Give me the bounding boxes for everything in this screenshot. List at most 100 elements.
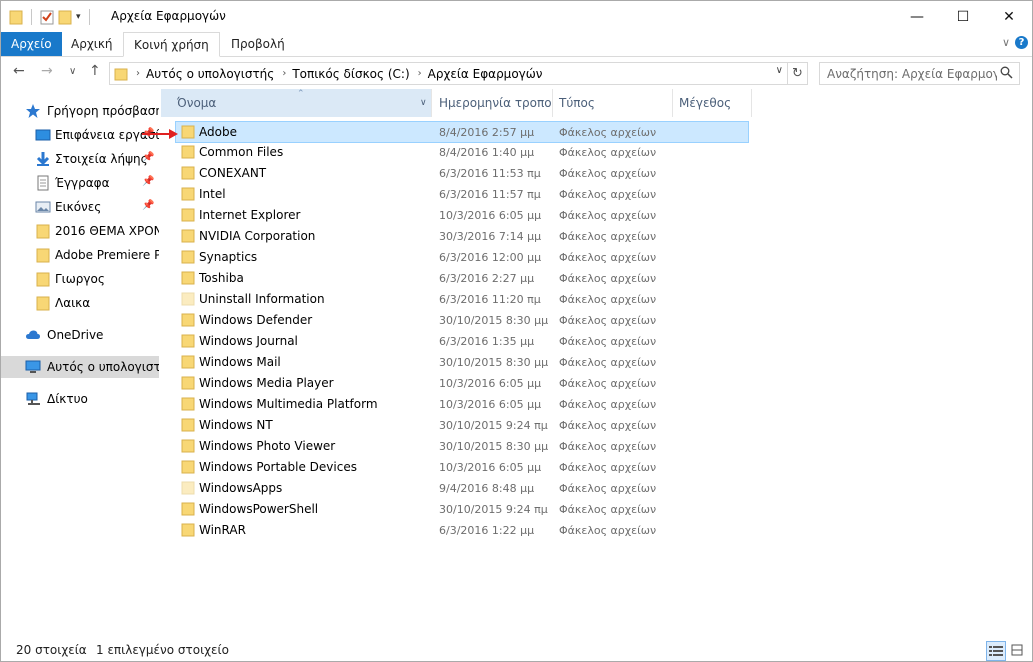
file-name: Synaptics (199, 250, 258, 264)
file-row[interactable]: CONEXANT 6/3/2016 11:53 πμ Φάκελος αρχείων (176, 163, 748, 184)
file-row[interactable]: Windows Portable Devices 10/3/2016 6:05 μ… (176, 457, 748, 478)
file-row[interactable]: Synaptics 6/3/2016 12:00 μμ Φάκελος αρχείω… (176, 247, 748, 268)
pin-icon[interactable]: 📌 (142, 200, 154, 211)
file-type: Φάκελος αρχείων (559, 503, 657, 516)
folder-icon (181, 292, 195, 306)
desktop-icon (35, 129, 51, 141)
pin-icon[interactable]: 📌 (142, 152, 154, 163)
network-icon (26, 392, 40, 405)
up-icon[interactable]: ↑ (89, 63, 101, 79)
file-name: Windows Media Player (199, 376, 334, 390)
file-row[interactable]: Common Files 8/4/2016 1:40 μμ Φάκελος αρχε… (176, 142, 748, 163)
sidebar-item-network[interactable]: Δίκτυο (1, 388, 159, 410)
expand-ribbon-icon[interactable]: ∨ (1002, 36, 1010, 49)
column-header-label: Ημερομηνία τροποποίησης (439, 96, 551, 110)
search-box[interactable]: Αναζήτηση: Αρχεία Εφαρμογών (819, 62, 1020, 85)
forward-icon[interactable]: → (41, 63, 53, 79)
file-row[interactable]: Uninstall Information 6/3/2016 11:20 πμ Φά… (176, 289, 748, 310)
search-input[interactable]: Αναζήτηση: Αρχεία Εφαρμογών (827, 67, 997, 81)
file-row[interactable]: Windows Defender 30/10/2015 8:30 μμ Φάκελο… (176, 310, 748, 331)
file-row[interactable]: Windows Photo Viewer 30/10/2015 8:30 μμ Φά… (176, 436, 748, 457)
tab-file[interactable]: Αρχείο (1, 32, 62, 56)
sidebar-item-onedrive[interactable]: OneDrive (1, 324, 159, 346)
sidebar-item-documents[interactable]: Έγγραφα 📌 (1, 172, 159, 194)
refresh-button[interactable]: ↻ (788, 62, 808, 85)
file-row[interactable]: Windows Multimedia Platform 10/3/2016 6:0… (176, 394, 748, 415)
breadcrumb-local-disk[interactable]: Τοπικός δίσκος (C:) (292, 67, 409, 81)
navigation-bar: ← → ∨ ↑ › Αυτός ο υπολογιστής › Τοπικός … (1, 57, 1032, 89)
column-header-name[interactable]: Όνομα ⌃ ∨ (161, 89, 431, 117)
file-date: 30/10/2015 9:24 πμ (439, 503, 548, 516)
folder-icon (181, 439, 195, 453)
folder-icon (181, 271, 195, 285)
sidebar-item-folder[interactable]: 2016 ΘΕΜΑ ΧΡΟΝΟΥ (1, 220, 159, 242)
column-dropdown-icon[interactable]: ∨ (420, 98, 427, 108)
sidebar-item-this-pc[interactable]: Αυτός ο υπολογιστής (1, 356, 159, 378)
file-row[interactable]: Windows Mail 30/10/2015 8:30 μμ Φάκελος αρ… (176, 352, 748, 373)
large-icons-view-button[interactable] (1008, 641, 1026, 659)
file-name: Windows Journal (199, 334, 298, 348)
file-row[interactable]: WindowsPowerShell 30/10/2015 9:24 πμ Φάκελ… (176, 499, 748, 520)
column-header-label: Μέγεθος (679, 96, 732, 110)
sidebar-item-pictures[interactable]: Εικόνες 📌 (1, 196, 159, 218)
recent-locations-icon[interactable]: ∨ (69, 66, 76, 77)
tab-share[interactable]: Κοινή χρήση (123, 32, 220, 57)
column-header-size[interactable]: Μέγεθος (673, 89, 751, 117)
column-divider[interactable] (751, 89, 752, 117)
folder-icon (181, 208, 195, 222)
sidebar-item-folder[interactable]: Adobe Premiere Pro (1, 244, 159, 266)
column-header-type[interactable]: Τύπος (553, 89, 671, 117)
breadcrumb-separator-icon[interactable]: › (418, 68, 422, 79)
file-row[interactable]: Windows Media Player 10/3/2016 6:05 μμ Φάκ… (176, 373, 748, 394)
file-type: Φάκελος αρχείων (559, 377, 657, 390)
file-row[interactable]: NVIDIA Corporation 30/3/2016 7:14 μμ Φάκελ… (176, 226, 748, 247)
file-row[interactable]: Windows Journal 6/3/2016 1:35 μμ Φάκελος α… (176, 331, 748, 352)
help-icon[interactable]: ? (1015, 36, 1028, 49)
minimize-button[interactable]: — (894, 1, 940, 32)
file-row[interactable]: WinRAR 6/3/2016 1:22 μμ Φάκελος αρχείων (176, 520, 748, 541)
breadcrumb-program-files[interactable]: Αρχεία Εφαρμογών (428, 67, 543, 81)
sidebar-item-label: Λαικα (55, 296, 91, 310)
file-row[interactable]: Adobe 8/4/2016 2:57 μμ Φάκελος αρχείων (175, 121, 749, 143)
close-button[interactable]: ✕ (986, 1, 1032, 32)
sidebar-item-label: Adobe Premiere Pro (55, 248, 159, 262)
file-row[interactable]: Internet Explorer 10/3/2016 6:05 μμ Φάκελο… (176, 205, 748, 226)
details-view-button[interactable] (986, 641, 1006, 661)
file-row[interactable]: Toshiba 6/3/2016 2:27 μμ Φάκελος αρχείων (176, 268, 748, 289)
sidebar-item-quick-access[interactable]: Γρήγορη πρόσβαση (1, 100, 159, 122)
properties-icon[interactable] (40, 9, 54, 25)
file-row[interactable]: Windows NT 30/10/2015 9:24 πμ Φάκελος αρχε… (176, 415, 748, 436)
sidebar-item-downloads[interactable]: Στοιχεία λήψης 📌 (1, 148, 159, 170)
sidebar-item-label: 2016 ΘΕΜΑ ΧΡΟΝΟΥ (55, 224, 159, 238)
sidebar-item-folder[interactable]: Γιωργος (1, 268, 159, 290)
pin-icon[interactable]: 📌 (142, 176, 154, 187)
file-date: 8/4/2016 2:57 μμ (439, 126, 535, 139)
breadcrumb-this-pc[interactable]: Αυτός ο υπολογιστής (146, 67, 274, 81)
folder-icon (36, 296, 50, 311)
sidebar-item-desktop[interactable]: Επιφάνεια εργασίας 📌 (1, 124, 159, 146)
computer-icon (25, 360, 41, 373)
folder-icon[interactable] (9, 9, 23, 25)
file-row[interactable]: Intel 6/3/2016 11:57 πμ Φάκελος αρχείων (176, 184, 748, 205)
new-folder-icon[interactable] (58, 9, 72, 25)
folder-icon (181, 355, 195, 369)
file-type: Φάκελος αρχείων (559, 524, 657, 537)
maximize-button[interactable]: ☐ (940, 1, 986, 32)
breadcrumb-separator-icon[interactable]: › (282, 68, 286, 79)
back-icon[interactable]: ← (13, 63, 25, 79)
file-date: 6/3/2016 11:20 πμ (439, 293, 541, 306)
customize-qat-icon[interactable]: ▾ (76, 12, 81, 22)
tab-view[interactable]: Προβολή (221, 32, 295, 56)
file-row[interactable]: WindowsApps 9/4/2016 8:48 μμ Φάκελος αρχεί… (176, 478, 748, 499)
file-name: WinRAR (199, 523, 246, 537)
column-header-date[interactable]: Ημερομηνία τροποποίησης (432, 89, 552, 117)
star-icon (26, 104, 40, 118)
folder-icon (114, 68, 128, 80)
address-dropdown-icon[interactable]: ∨ (776, 65, 783, 76)
address-bar[interactable]: › Αυτός ο υπολογιστής › Τοπικός δίσκος (… (109, 62, 788, 85)
tab-home[interactable]: Αρχική (61, 32, 123, 56)
breadcrumb-separator-icon[interactable]: › (136, 68, 140, 79)
sidebar-item-folder[interactable]: Λαικα (1, 292, 159, 314)
file-type: Φάκελος αρχείων (559, 209, 657, 222)
file-name: WindowsApps (199, 481, 283, 495)
